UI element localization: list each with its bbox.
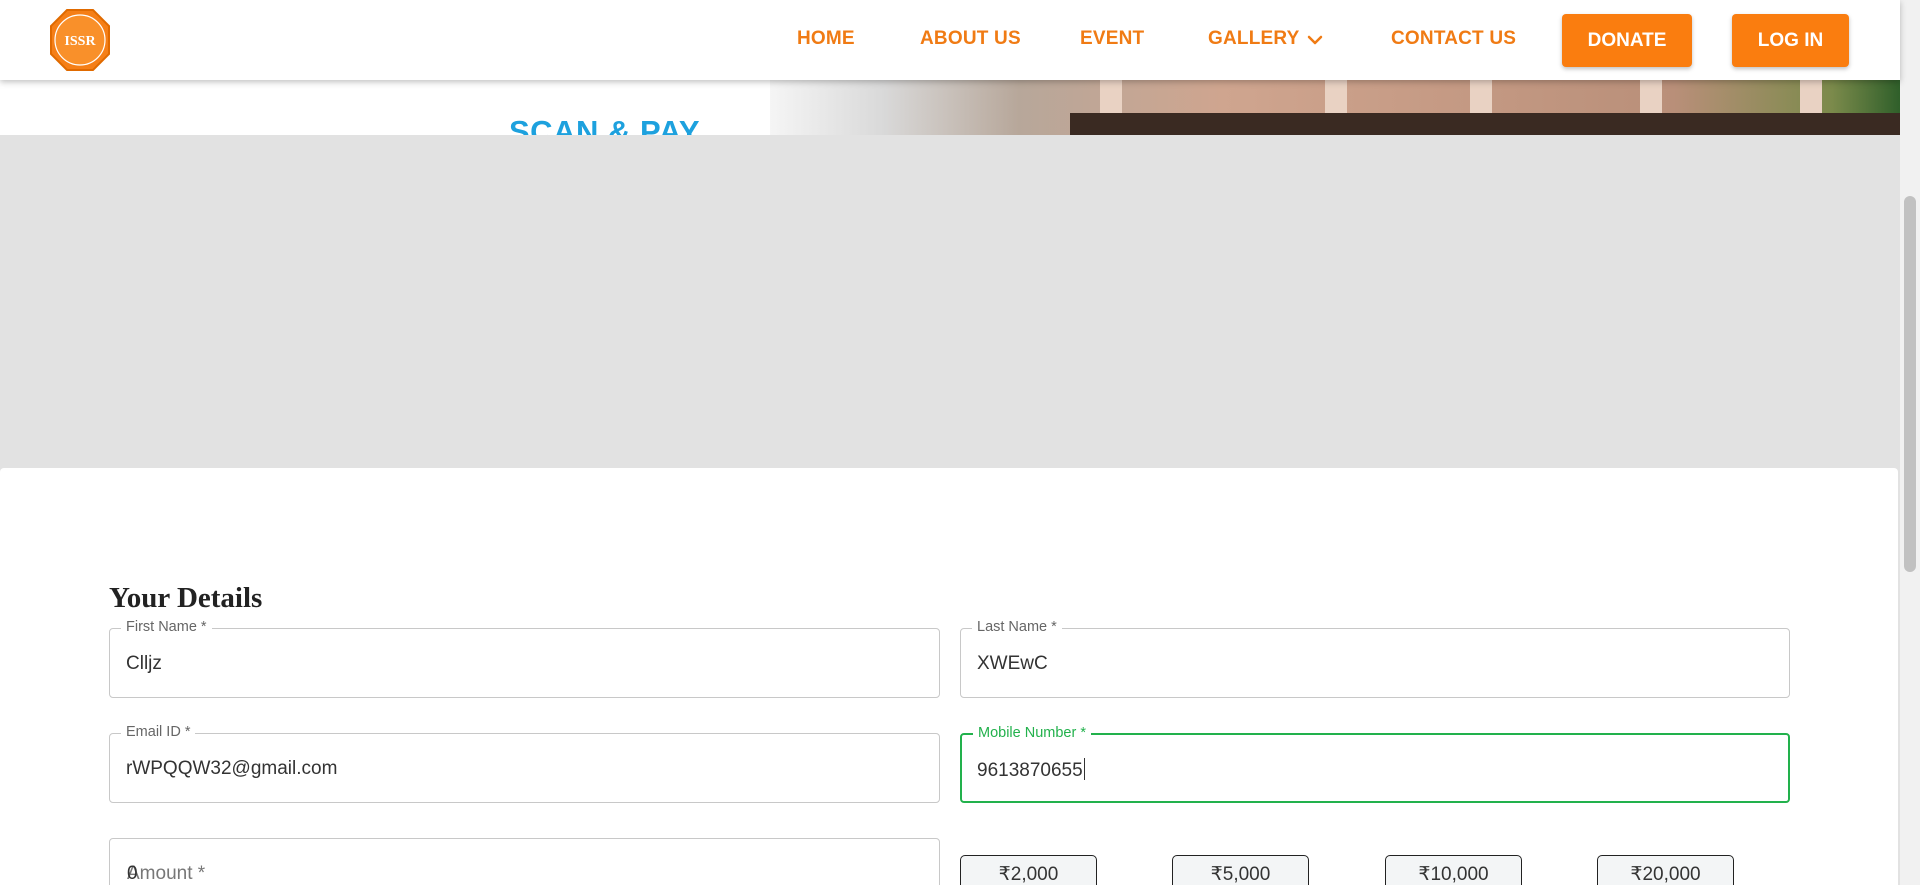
temple-banner-image	[770, 80, 1900, 135]
last-name-label: Last Name *	[972, 619, 1062, 635]
first-name-label: First Name *	[121, 619, 212, 635]
mobile-number-label: Mobile Number *	[973, 725, 1091, 741]
text-caret	[1083, 758, 1085, 780]
first-name-value[interactable]: Cllјz	[126, 653, 162, 675]
nav-gallery-link[interactable]: GALLERY	[1208, 28, 1299, 50]
main-nav: HOME ABOUT US EVENT GALLERY CONTACT US D…	[0, 0, 1900, 80]
page-scrollbar[interactable]	[1900, 0, 1920, 885]
preset-amount-5000[interactable]: ₹5,000	[1172, 855, 1309, 885]
mobile-number-field[interactable]: Mobile Number * 9613870655	[960, 725, 1790, 803]
last-name-value[interactable]: XWEwC	[977, 653, 1048, 675]
donate-button[interactable]: DONATE	[1562, 14, 1692, 67]
preset-amount-10000[interactable]: ₹10,000	[1385, 855, 1522, 885]
amount-value[interactable]: 0	[127, 863, 138, 885]
site-header: ISSR HOME ABOUT US EVENT GALLERY CONTACT…	[0, 0, 1900, 80]
nav-contact-link[interactable]: CONTACT US	[1391, 28, 1516, 50]
mobile-number-value: 9613870655	[977, 760, 1083, 781]
email-label: Email ID *	[121, 724, 196, 740]
scan-pay-heading: SCAN & PAY	[509, 114, 701, 135]
last-name-field[interactable]: Last Name * XWEwC	[960, 619, 1790, 698]
nav-home-link[interactable]: HOME	[797, 28, 855, 50]
scrollbar-thumb[interactable]	[1904, 196, 1916, 572]
qr-placeholder-area	[0, 135, 1900, 468]
preset-amount-2000[interactable]: ₹2,000	[960, 855, 1097, 885]
amount-field[interactable]: Amount * 0	[109, 838, 940, 885]
section-title: Your Details	[109, 582, 263, 614]
nav-about-link[interactable]: ABOUT US	[920, 28, 1021, 50]
email-value[interactable]: rWPQQW32@gmail.com	[126, 758, 337, 780]
preset-amount-20000[interactable]: ₹20,000	[1597, 855, 1734, 885]
first-name-field[interactable]: First Name * Cllјz	[109, 619, 940, 698]
nav-event-link[interactable]: EVENT	[1080, 28, 1144, 50]
chevron-down-icon[interactable]	[1306, 31, 1324, 49]
mobile-number-input[interactable]: 9613870655	[977, 758, 1085, 782]
amount-label: Amount *	[127, 863, 206, 884]
email-field[interactable]: Email ID * rWPQQW32@gmail.com	[109, 724, 940, 803]
hero-banner	[0, 80, 1900, 135]
login-button[interactable]: LOG IN	[1732, 14, 1849, 67]
banner-doorways	[1070, 113, 1900, 135]
